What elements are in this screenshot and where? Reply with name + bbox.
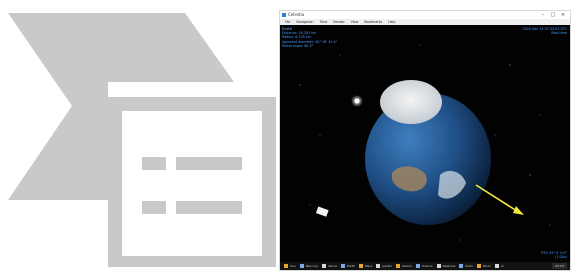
- toolbar-item-label: Neptune: [442, 264, 456, 268]
- toolbar-item-label: Venus: [327, 264, 337, 268]
- object-info-line: Phase angle: 90.5°: [282, 43, 314, 48]
- menu-render[interactable]: Render: [333, 20, 344, 24]
- list-bullet-2: [142, 201, 166, 214]
- toolbar-item-label: Uranus: [421, 264, 433, 268]
- toolbar-item[interactable]: Sun: [284, 264, 296, 268]
- toolbar-item[interactable]: Mercury: [299, 264, 318, 268]
- toolbar-item-label: Moon: [482, 264, 492, 268]
- moon-body: [354, 98, 360, 104]
- list-line-1: [176, 157, 242, 170]
- toolbar-item-label: Pluto: [465, 264, 473, 268]
- minimize-icon[interactable]: –: [538, 11, 548, 19]
- toolbar-item-label: Saturn: [401, 264, 412, 268]
- toolbar-item-label: Io: [501, 264, 504, 268]
- document-list-logo-icon: [8, 13, 276, 267]
- space-scene-render: [299, 44, 551, 241]
- polar-ice-cap: [380, 80, 442, 124]
- toolbar-item-icon: [358, 264, 363, 268]
- space-viewport[interactable]: Earth Distance: 18,203 km Radius: 6,378 …: [280, 25, 570, 262]
- toolbar-item-label: Sun: [290, 264, 296, 268]
- toolbar-item[interactable]: Uranus: [415, 264, 433, 268]
- menu-view[interactable]: View: [351, 20, 359, 24]
- menu-file[interactable]: File: [285, 20, 290, 24]
- toolbar-item-label: Earth: [346, 264, 355, 268]
- toolbar-item[interactable]: Neptune: [436, 264, 456, 268]
- toolbar-item-icon: [395, 264, 400, 268]
- toolbar-item[interactable]: Jupiter: [376, 264, 392, 268]
- toolbar-item-icon: [436, 264, 441, 268]
- menu-navigation[interactable]: Navigation: [296, 20, 313, 24]
- toolbar-item-icon: [299, 264, 304, 268]
- object-info-panel: Earth Distance: 18,203 km Radius: 6,378 …: [282, 26, 337, 48]
- title-bar[interactable]: Celestia – □ ×: [280, 11, 570, 19]
- app-icon: [282, 13, 286, 17]
- toolbar-item[interactable]: Pluto: [459, 264, 473, 268]
- direction-arrow-head: [513, 206, 524, 215]
- menu-bookmarks[interactable]: Bookmarks: [364, 20, 382, 24]
- list-line-2: [176, 201, 242, 214]
- toolbar-item[interactable]: Moon: [476, 264, 492, 268]
- toolbar-item-icon: [284, 264, 288, 268]
- toolbar-item-label: Mars: [364, 264, 373, 268]
- time-info-panel: 2020 Dec 14 07:53:02 UTC Real time: [523, 27, 568, 35]
- satellite-object: [315, 206, 329, 217]
- direction-arrow-line: [475, 184, 521, 214]
- toolbar-item-label: Jupiter: [382, 264, 392, 268]
- app-window: Celestia – □ × File Navigation Time Rend…: [279, 10, 571, 271]
- toolbar-item-icon: [376, 264, 381, 268]
- close-icon[interactable]: ×: [558, 11, 568, 19]
- fov-info-panel: FOV: 45° 0' 0.0" (1.00x): [541, 251, 567, 259]
- toolbar-item[interactable]: Saturn: [395, 264, 412, 268]
- menu-help[interactable]: Help: [388, 20, 395, 24]
- clock-display: 07:53: [552, 263, 567, 269]
- toolbar-item-icon: [459, 264, 464, 268]
- maximize-icon[interactable]: □: [548, 11, 558, 19]
- time-rate-readout: Real time: [551, 31, 567, 36]
- toolbar-item[interactable]: Venus: [321, 264, 337, 268]
- toolbar-item-icon: [415, 264, 420, 268]
- toolbar-item-icon: [476, 264, 481, 268]
- toolbar-item[interactable]: Io: [495, 264, 504, 268]
- bottom-toolbar: Sun Mercury Venus Earth Mars Jupiter Sat…: [280, 262, 570, 270]
- zoom-readout: (1.00x): [555, 254, 567, 259]
- toolbar-item-icon: [340, 264, 345, 268]
- toolbar-item-icon: [321, 264, 326, 268]
- toolbar-item-icon: [495, 264, 500, 268]
- document-inner-page: [122, 111, 262, 256]
- toolbar-item[interactable]: Earth: [340, 264, 355, 268]
- toolbar-item-label: Mercury: [305, 264, 318, 268]
- menu-time[interactable]: Time: [320, 20, 328, 24]
- list-bullet-1: [142, 157, 166, 170]
- window-title: Celestia: [288, 12, 305, 17]
- toolbar-item[interactable]: Mars: [358, 264, 373, 268]
